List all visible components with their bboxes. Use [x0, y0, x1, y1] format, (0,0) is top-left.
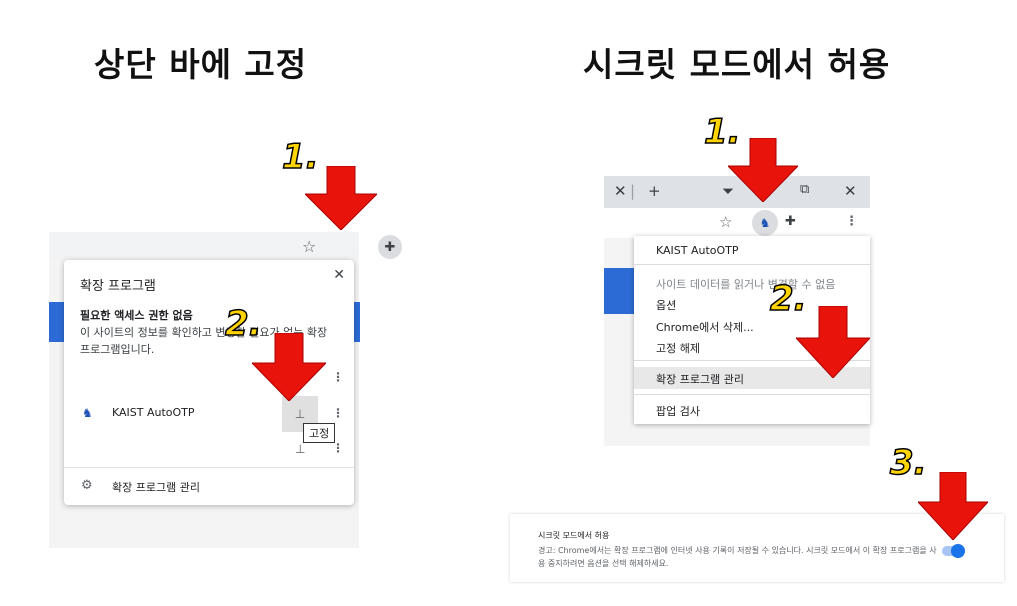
puzzle-icon[interactable]: ✚ [785, 214, 796, 229]
page-banner-right-edge [354, 302, 360, 342]
red-arrow-icon [918, 472, 988, 540]
pin-tooltip: 고정 [303, 423, 336, 443]
red-arrow-icon [305, 166, 377, 230]
menu-item-remove[interactable]: Chrome에서 삭제... [656, 319, 754, 335]
close-icon[interactable]: ✕ [844, 182, 857, 200]
restore-icon[interactable]: ⧉ [800, 182, 809, 197]
left-heading: 상단 바에 고정 [94, 45, 308, 84]
plus-icon[interactable]: + [648, 182, 661, 200]
browser-toolbar: ☆ ♞ ✚ ⋮ [604, 208, 870, 238]
incognito-setting-description: 경고: Chrome에서는 확장 프로그램에 인터넷 사용 기록이 저장될 수 … [538, 546, 937, 568]
extension-logo-icon: ♞ [82, 406, 93, 420]
incognito-setting-title: 시크릿 모드에서 허용 [538, 531, 610, 540]
page-banner-left-edge [604, 268, 634, 314]
divider [64, 467, 354, 468]
divider [634, 394, 870, 395]
star-icon[interactable]: ☆ [302, 237, 316, 256]
extension-name: KAIST AutoOTP [112, 406, 195, 419]
star-icon[interactable]: ☆ [719, 213, 732, 231]
close-icon[interactable]: ✕ [614, 182, 627, 200]
menu-item-inspect-popup[interactable]: 팝업 검사 [656, 403, 700, 419]
more-vert-icon[interactable]: ⋮ [845, 214, 858, 229]
more-vert-icon[interactable]: ⋮ [332, 406, 344, 420]
browser-toolbar: ☆ ✚ [49, 234, 402, 260]
menu-item-unpin[interactable]: 고정 해제 [656, 340, 700, 356]
gear-icon[interactable]: ⚙ [81, 478, 93, 493]
separator: | [630, 182, 636, 200]
more-vert-icon[interactable]: ⋮ [332, 370, 344, 384]
menu-item-extension-name: KAIST AutoOTP [656, 244, 739, 257]
extension-logo-icon[interactable]: ♞ [752, 210, 778, 236]
red-arrow-icon [796, 306, 870, 378]
menu-item-site-access: 사이트 데이터를 읽거나 변경할 수 없음 [656, 278, 836, 291]
menu-item-options[interactable]: 옵션 [656, 297, 676, 313]
incognito-toggle[interactable] [942, 544, 965, 558]
manage-extensions-link[interactable]: 확장 프로그램 관리 [112, 479, 200, 495]
red-arrow-icon [252, 333, 326, 401]
red-arrow-icon [728, 138, 798, 202]
more-vert-icon[interactable]: ⋮ [332, 441, 344, 455]
menu-item-manage-extensions[interactable]: 확장 프로그램 관리 [656, 371, 744, 387]
divider [634, 264, 870, 265]
pin-icon[interactable]: ⊥ [295, 442, 305, 456]
puzzle-icon[interactable]: ✚ [378, 235, 402, 259]
access-heading: 필요한 액세스 권한 없음 [80, 309, 193, 322]
popup-title: 확장 프로그램 [80, 279, 156, 294]
toggle-knob [951, 544, 965, 558]
right-heading: 시크릿 모드에서 허용 [583, 45, 891, 84]
close-icon[interactable]: ✕ [333, 267, 345, 283]
